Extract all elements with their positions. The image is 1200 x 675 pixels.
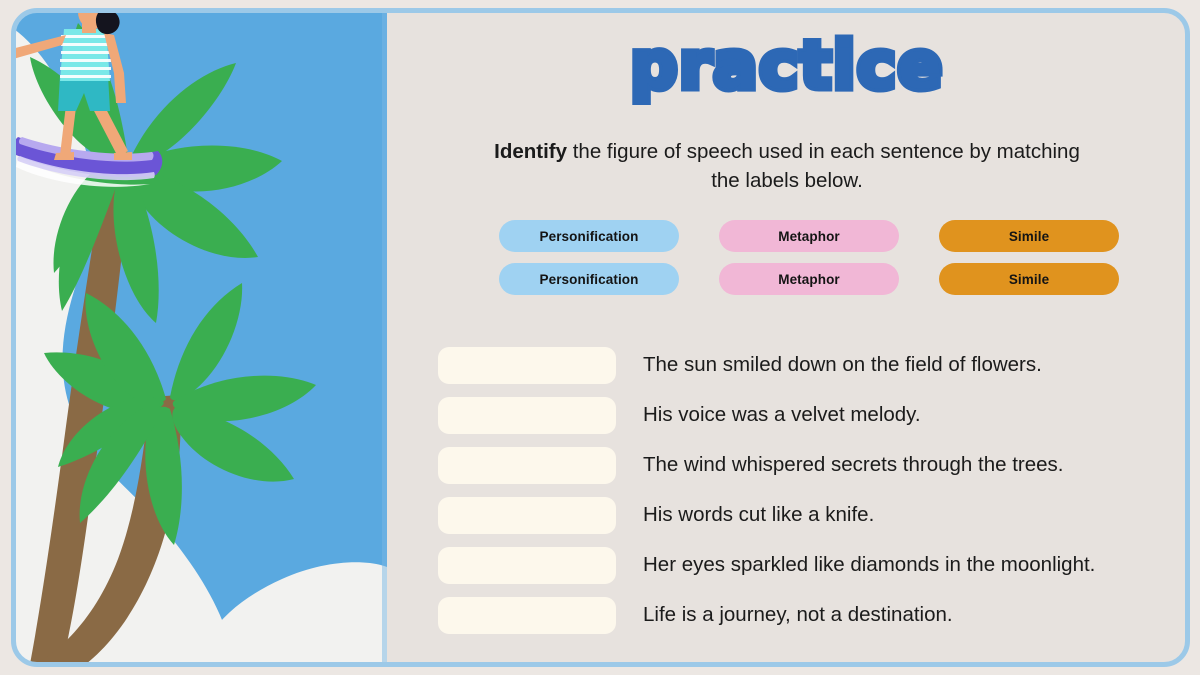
label-pill-simile[interactable]: Simile: [939, 220, 1119, 252]
page-title: practice: [627, 27, 946, 104]
illustration-panel: [14, 11, 387, 664]
label-row-2: Personification Metaphor Simile: [499, 263, 1119, 295]
slide-card: practice Identify the figure of speech u…: [14, 11, 1187, 664]
sentence-text: The sun smiled down on the field of flow…: [643, 352, 1042, 376]
instruction-rest: the figure of speech used in each senten…: [567, 140, 1080, 193]
answer-blank[interactable]: [438, 546, 616, 584]
answer-blank[interactable]: [438, 396, 616, 434]
content-panel: practice Identify the figure of speech u…: [387, 11, 1187, 664]
sentence-text: The wind whispered secrets through the t…: [643, 452, 1064, 476]
label-pill-simile[interactable]: Simile: [939, 263, 1119, 295]
label-pill-metaphor[interactable]: Metaphor: [719, 220, 899, 252]
sentence-row: Life is a journey, not a destination.: [438, 590, 1183, 640]
sentence-text: Her eyes sparkled like diamonds in the m…: [643, 552, 1096, 576]
label-pill-personification[interactable]: Personification: [499, 263, 679, 295]
slide-root: practice Identify the figure of speech u…: [0, 0, 1200, 675]
answer-blank[interactable]: [438, 446, 616, 484]
answer-blank[interactable]: [438, 596, 616, 634]
sentence-row: The sun smiled down on the field of flow…: [438, 340, 1183, 390]
label-row-1: Personification Metaphor Simile: [499, 220, 1119, 252]
answer-blank[interactable]: [438, 346, 616, 384]
sentence-row: Her eyes sparkled like diamonds in the m…: [438, 540, 1183, 590]
sentence-list: The sun smiled down on the field of flow…: [438, 340, 1183, 640]
sentence-text: His voice was a velvet melody.: [643, 402, 921, 426]
instruction-text: Identify the figure of speech used in ea…: [487, 137, 1087, 195]
instruction-emphasis: Identify: [494, 140, 568, 163]
sentence-text: Life is a journey, not a destination.: [643, 602, 953, 626]
label-pill-group: Personification Metaphor Simile Personif…: [499, 220, 1119, 306]
surfer-tank-top: [60, 29, 111, 81]
sentence-text: His words cut like a knife.: [643, 502, 875, 526]
label-pill-metaphor[interactable]: Metaphor: [719, 263, 899, 295]
label-pill-personification[interactable]: Personification: [499, 220, 679, 252]
sentence-row: His words cut like a knife.: [438, 490, 1183, 540]
sentence-row: The wind whispered secrets through the t…: [438, 440, 1183, 490]
sentence-row: His voice was a velvet melody.: [438, 390, 1183, 440]
answer-blank[interactable]: [438, 496, 616, 534]
